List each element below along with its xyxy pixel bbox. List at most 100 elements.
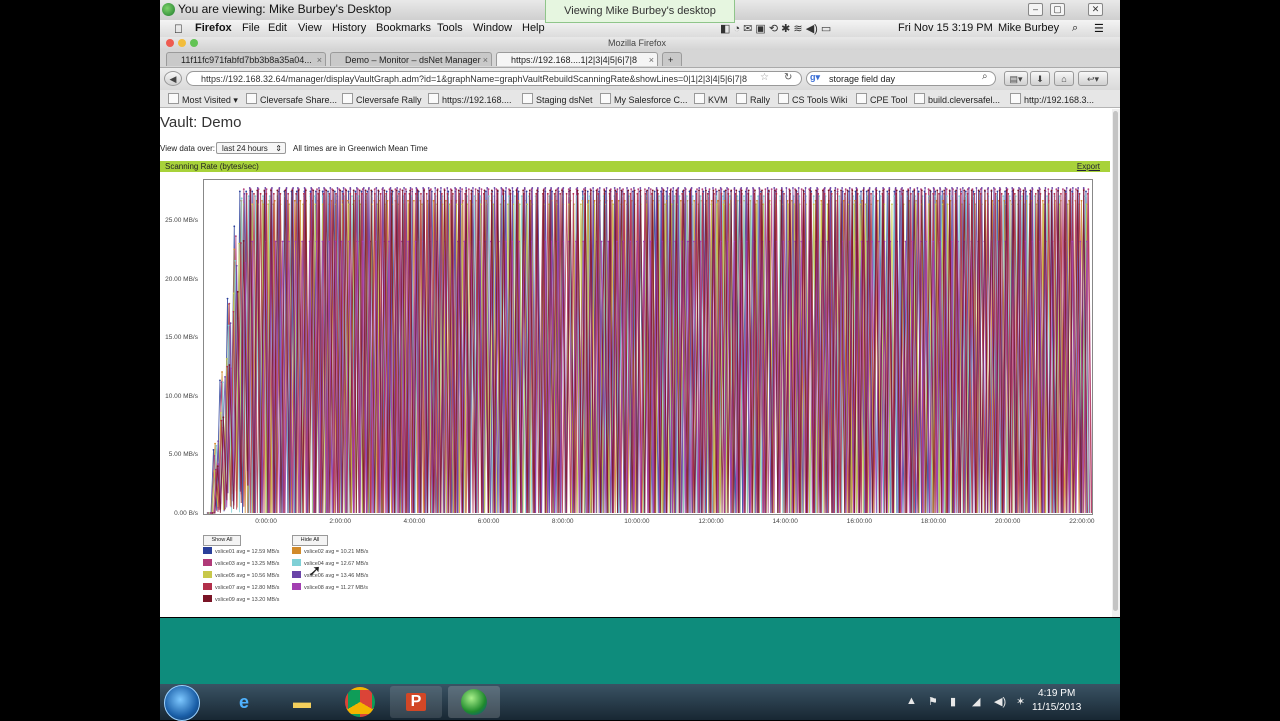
tab-graph[interactable]: https://192.168....1|2|3|4|5|6|7|8 × — [496, 52, 658, 66]
bookmark-cleversafe-share[interactable]: Cleversafe Share... — [246, 93, 337, 105]
bookmark-star-icon[interactable]: ☆ — [760, 72, 769, 83]
range-select[interactable]: last 24 hours ⇕ — [216, 142, 286, 154]
bookmark-salesforce[interactable]: My Salesforce C... — [600, 93, 688, 105]
export-link[interactable]: Export — [1077, 162, 1100, 171]
series-point — [963, 189, 966, 192]
new-tab-button[interactable]: + — [662, 52, 682, 66]
minimize-icon[interactable]: – — [1028, 3, 1043, 16]
remote-viewer-icon[interactable] — [448, 686, 500, 718]
spotlight-icon[interactable]: ⌕ — [1072, 22, 1078, 35]
menu-edit[interactable]: Edit — [268, 22, 287, 34]
back-button[interactable]: ◀ — [164, 71, 182, 86]
zoom-light-icon[interactable] — [190, 39, 198, 47]
file-explorer-icon[interactable]: ▬ — [276, 686, 328, 718]
downloads-button[interactable]: ⬇ — [1030, 71, 1050, 86]
notification-list-icon[interactable]: ☰ — [1094, 22, 1104, 35]
close-icon[interactable]: ✕ — [1088, 3, 1103, 16]
legend-item[interactable]: vslice09 avg = 13.20 MB/s — [203, 595, 279, 603]
series-point — [304, 189, 307, 192]
powerpoint-icon[interactable]: P — [390, 686, 442, 718]
search-engine-icon[interactable]: g▾ — [810, 72, 820, 83]
chrome-icon[interactable] — [334, 686, 386, 718]
series-point — [685, 195, 688, 197]
start-button[interactable] — [164, 685, 200, 721]
menu-app-firefox[interactable]: Firefox — [195, 22, 232, 34]
bookmark-cleversafe-rally[interactable]: Cleversafe Rally — [342, 93, 422, 105]
series-point — [427, 187, 430, 189]
show-hidden-icons-icon[interactable]: ▲ — [906, 695, 917, 707]
device-icon[interactable]: ▮ — [950, 695, 956, 708]
menu-bookmarks[interactable]: Bookmarks — [376, 22, 431, 34]
x-tick-label: 4:00:00 — [403, 518, 426, 525]
bookmark-most-visited[interactable]: Most Visited ▾ — [168, 93, 238, 106]
restore-icon[interactable]: ▢ — [1050, 3, 1065, 16]
bookmark-label: https://192.168.... — [442, 95, 512, 105]
legend-item[interactable]: vslice04 avg = 12.67 MB/s — [292, 559, 368, 567]
bookmark-ip[interactable]: https://192.168.... — [428, 93, 512, 105]
legend-item[interactable]: vslice03 avg = 13.25 MB/s — [203, 559, 279, 567]
series-point — [705, 189, 707, 192]
series-point — [787, 203, 790, 206]
series-point — [219, 411, 222, 414]
series-point — [407, 199, 409, 202]
scrollbar-thumb[interactable] — [1113, 111, 1118, 611]
series-point — [358, 189, 361, 192]
page-scrollbar[interactable] — [1112, 109, 1120, 617]
series-point — [684, 187, 686, 189]
graph-header-bar: Scanning Rate (bytes/sec) Export — [160, 161, 1110, 172]
series-point — [664, 203, 667, 206]
minimize-light-icon[interactable] — [178, 39, 186, 47]
series-point — [616, 188, 619, 191]
taskbar-clock[interactable]: 4:19 PM 11/15/2013 — [1032, 687, 1081, 715]
legend-item[interactable]: vslice05 avg = 10.56 MB/s — [203, 571, 279, 579]
bookmark-build[interactable]: build.cleversafel... — [914, 93, 1000, 105]
menu-view[interactable]: View — [298, 22, 322, 34]
menu-history[interactable]: History — [332, 22, 366, 34]
internet-explorer-icon[interactable]: e — [218, 686, 270, 718]
bookmarks-menu-button[interactable]: ▤▾ — [1004, 71, 1028, 86]
menu-window[interactable]: Window — [473, 22, 512, 34]
tab-close-icon[interactable]: × — [317, 53, 322, 66]
series-point — [649, 188, 652, 191]
series-point — [328, 192, 331, 195]
menu-file[interactable]: File — [242, 22, 260, 34]
history-button[interactable]: ↩▾ — [1078, 71, 1108, 86]
bookmark-cs-tools-wiki[interactable]: CS Tools Wiki — [778, 93, 847, 105]
series-point — [917, 190, 920, 193]
legend-item[interactable]: vslice07 avg = 12.80 MB/s — [203, 583, 279, 591]
action-center-icon[interactable]: ⚑ — [928, 695, 938, 708]
series-point — [240, 242, 242, 244]
network-icon[interactable]: ◢ — [972, 695, 980, 708]
sync-icon[interactable]: ✶ — [1016, 695, 1025, 708]
menubar-user[interactable]: Mike Burbey — [998, 22, 1059, 34]
apple-icon[interactable]:  — [174, 22, 183, 36]
legend-item[interactable]: vslice01 avg = 12.59 MB/s — [203, 547, 279, 555]
close-light-icon[interactable] — [166, 39, 174, 47]
bookmark-rally[interactable]: Rally — [736, 93, 770, 105]
series-point — [394, 188, 397, 191]
tab-hash[interactable]: 11f11fc971fabfd7bb3b8a35a04... × — [166, 52, 326, 66]
reload-icon[interactable]: ↻ — [784, 72, 792, 83]
menu-help[interactable]: Help — [522, 22, 545, 34]
legend-item[interactable]: vslice08 avg = 11.27 MB/s — [292, 583, 368, 591]
legend-item[interactable]: vslice06 avg = 13.46 MB/s — [292, 571, 368, 579]
bookmark-staging-dsnet[interactable]: Staging dsNet — [522, 93, 593, 105]
menu-tools[interactable]: Tools — [437, 22, 463, 34]
bookmark-cpe-tool[interactable]: CPE Tool — [856, 93, 907, 105]
url-input[interactable]: https://192.168.32.64/manager/displayVau… — [186, 71, 802, 86]
search-magnifier-icon[interactable]: ⌕ — [982, 71, 988, 82]
series-point — [308, 240, 311, 243]
tab-demo-monitor[interactable]: Demo – Monitor – dsNet Manager × — [330, 52, 492, 66]
bookmark-ip-2[interactable]: http://192.168.3... — [1010, 93, 1094, 105]
show-all-button[interactable]: Show All — [203, 535, 241, 546]
volume-icon[interactable]: ◀) — [994, 695, 1006, 708]
search-input[interactable]: storage field day — [806, 71, 996, 86]
series-point — [342, 192, 345, 195]
legend-item[interactable]: vslice02 avg = 10.21 MB/s — [292, 547, 368, 555]
tab-close-icon[interactable]: × — [483, 53, 488, 66]
tab-close-icon[interactable]: × — [649, 53, 654, 66]
bookmark-kvm[interactable]: KVM — [694, 93, 728, 105]
hide-all-button[interactable]: Hide All — [292, 535, 328, 546]
home-button[interactable]: ⌂ — [1054, 71, 1074, 86]
series-point — [464, 192, 466, 195]
